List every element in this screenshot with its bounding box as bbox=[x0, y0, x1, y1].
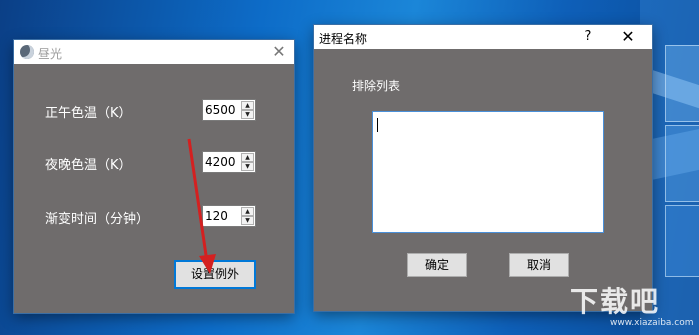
process-name-dialog: 进程名称 ? ✕ 排除列表 确定 取消 bbox=[314, 25, 652, 311]
wallpaper-window-pane bbox=[665, 205, 699, 277]
dialog-title: 进程名称 bbox=[319, 32, 368, 46]
spinner-up-icon[interactable]: ▲ bbox=[241, 101, 254, 110]
night-temperature-label: 夜晚色温（K） bbox=[45, 158, 132, 173]
exclude-list-label: 排除列表 bbox=[352, 79, 401, 93]
ok-button[interactable]: 确定 bbox=[407, 253, 467, 277]
wallpaper-window-pane bbox=[665, 125, 699, 202]
spinner-down-icon[interactable]: ▼ bbox=[241, 110, 254, 119]
watermark-subtext: www.xiazaiba.com bbox=[610, 318, 694, 328]
transition-time-spinner: ▲ ▼ bbox=[202, 205, 256, 227]
noon-temperature-spinner: ▲ ▼ bbox=[202, 99, 256, 121]
set-exception-button[interactable]: 设置例外 bbox=[174, 260, 256, 289]
dialog-titlebar[interactable]: 进程名称 ? ✕ bbox=[314, 25, 652, 49]
watermark-text: 下载吧 bbox=[570, 285, 661, 318]
close-icon[interactable]: ✕ bbox=[270, 43, 288, 61]
noon-temperature-input[interactable] bbox=[203, 100, 243, 120]
spinner-down-icon[interactable]: ▼ bbox=[241, 216, 254, 225]
watermark: 下载吧 www.xiazaiba.com bbox=[570, 280, 694, 328]
transition-time-label: 渐变时间（分钟） bbox=[45, 212, 150, 227]
exclude-list-textarea[interactable] bbox=[372, 111, 604, 233]
close-icon[interactable]: ✕ bbox=[619, 28, 637, 46]
spinner-up-icon[interactable]: ▲ bbox=[241, 153, 254, 162]
main-window-titlebar[interactable]: 昼光 ✕ bbox=[14, 40, 294, 64]
text-caret bbox=[377, 118, 378, 132]
main-window: 昼光 ✕ 正午色温（K） ▲ ▼ 夜晚色温（K） ▲ ▼ 渐变时间（分钟） ▲ … bbox=[14, 40, 294, 313]
night-temperature-spinner: ▲ ▼ bbox=[202, 151, 256, 173]
help-icon[interactable]: ? bbox=[579, 28, 597, 46]
wallpaper-window-pane bbox=[665, 45, 699, 122]
spinner-up-icon[interactable]: ▲ bbox=[241, 207, 254, 216]
spinner-down-icon[interactable]: ▼ bbox=[241, 162, 254, 171]
cancel-button[interactable]: 取消 bbox=[509, 253, 569, 277]
noon-temperature-label: 正午色温（K） bbox=[45, 106, 132, 121]
main-window-title: 昼光 bbox=[38, 47, 63, 61]
night-temperature-input[interactable] bbox=[203, 152, 243, 172]
transition-time-input[interactable] bbox=[203, 206, 243, 226]
app-moon-icon bbox=[20, 45, 34, 59]
